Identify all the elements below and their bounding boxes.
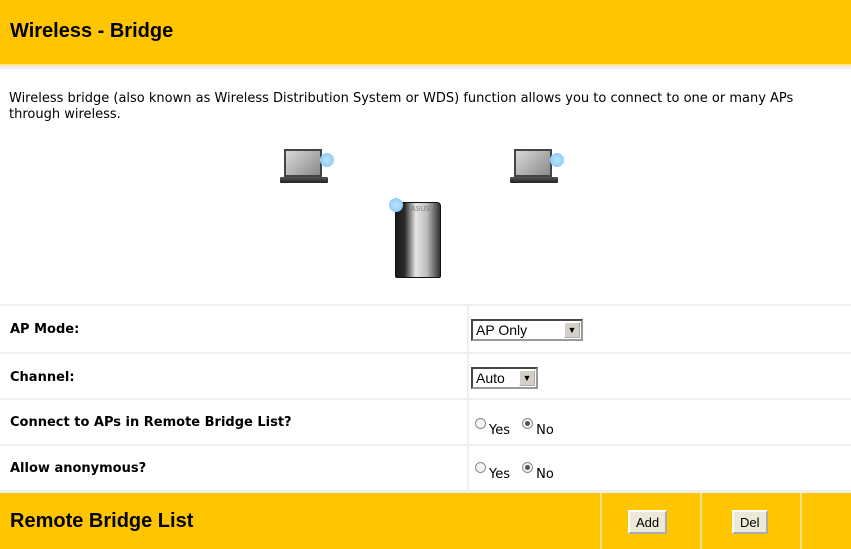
page-title: Wireless - Bridge	[10, 20, 174, 42]
add-button[interactable]: Add	[628, 510, 668, 534]
ap-mode-label: AP Mode:	[10, 322, 80, 337]
chevron-down-icon: ▼	[519, 370, 535, 386]
ap-mode-select[interactable]: AP Only ▼	[471, 319, 583, 341]
connect-remote-no-radio[interactable]	[522, 418, 534, 429]
connect-remote-row: Connect to APs in Remote Bridge List? Ye…	[0, 398, 851, 444]
connect-remote-radio-group: Yes No	[475, 418, 562, 438]
client-laptop-icon	[280, 149, 334, 189]
wireless-router-icon: ASUS	[389, 198, 449, 280]
chevron-down-icon: ▼	[564, 322, 580, 338]
client-laptop-icon	[510, 149, 564, 189]
anonymous-row: Allow anonymous? Yes No	[0, 444, 851, 490]
page-header: Wireless - Bridge	[0, 0, 851, 66]
description-text: Wireless bridge (also known as Wireless …	[9, 91, 794, 122]
anonymous-label: Allow anonymous?	[10, 461, 147, 476]
router-logo: ASUS	[411, 206, 431, 213]
del-button[interactable]: Del	[732, 510, 768, 534]
ap-mode-row: AP Mode: AP Only ▼	[0, 304, 851, 352]
connect-remote-label: Connect to APs in Remote Bridge List?	[10, 415, 292, 430]
anonymous-yes-radio[interactable]	[475, 462, 486, 473]
remote-bridge-list-title: Remote Bridge List	[10, 510, 194, 532]
channel-label: Channel:	[10, 370, 75, 385]
remote-bridge-list-header: Remote Bridge List Add Del	[0, 490, 851, 549]
anonymous-radio-group: Yes No	[475, 462, 562, 482]
channel-row: Channel: Auto ▼	[0, 352, 851, 398]
connect-remote-yes-radio[interactable]	[475, 418, 486, 429]
channel-select[interactable]: Auto ▼	[471, 367, 538, 389]
anonymous-no-radio[interactable]	[522, 462, 534, 473]
